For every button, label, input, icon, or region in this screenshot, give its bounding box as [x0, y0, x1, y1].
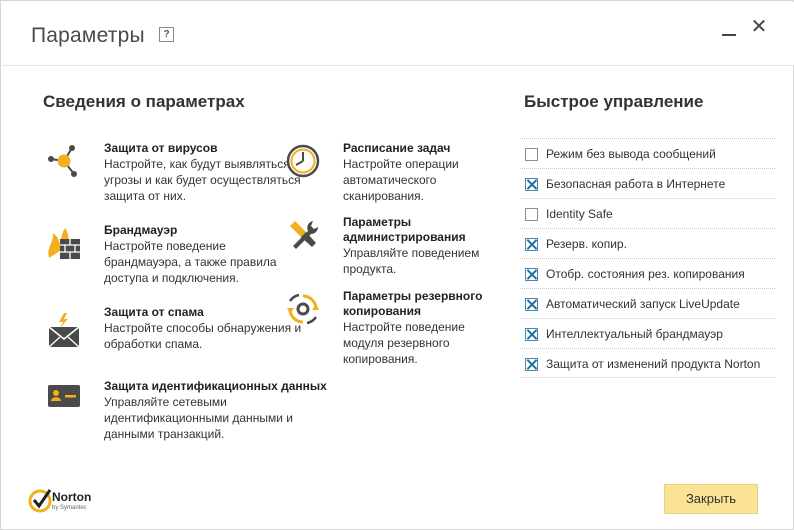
- setting-description: Настройте операции автоматического скани…: [343, 157, 459, 203]
- quick-control-label: Безопасная работа в Интернете: [546, 177, 726, 191]
- settings-window: Параметры ? ✕ Сведения о параметрах Защи…: [0, 0, 794, 530]
- header-divider: [2, 65, 794, 66]
- setting-name[interactable]: Брандмауэр: [104, 223, 304, 238]
- quick-control-item[interactable]: Автоматический запуск LiveUpdate: [520, 288, 775, 318]
- checkbox[interactable]: [525, 358, 538, 371]
- close-icon[interactable]: ✕: [750, 17, 768, 37]
- quick-control-item[interactable]: Безопасная работа в Интернете: [520, 168, 775, 198]
- minimize-icon[interactable]: [722, 23, 738, 39]
- norton-subtext: by Symantec: [52, 505, 87, 511]
- clock-icon: [286, 144, 320, 178]
- quick-control-label: Автоматический запуск LiveUpdate: [546, 297, 740, 311]
- settings-section-title: Сведения о параметрах: [43, 92, 245, 111]
- quick-control-item[interactable]: Режим без вывода сообщений: [520, 138, 775, 168]
- checkbox[interactable]: [525, 298, 538, 311]
- checkbox[interactable]: [525, 268, 538, 281]
- norton-logo: Norton by Symantec: [28, 487, 98, 517]
- virus-icon: [48, 145, 77, 177]
- setting-name[interactable]: Параметры резервного копирования: [343, 289, 503, 319]
- backup-sync-icon: [287, 293, 319, 325]
- setting-description: Управляйте поведением продукта.: [343, 246, 480, 276]
- checkbox[interactable]: [525, 148, 538, 161]
- quick-control-title: Быстрое управление: [524, 92, 704, 111]
- setting-antispam[interactable]: Защита от спама Настройте способы обнару…: [48, 305, 304, 352]
- quick-control-label: Защита от изменений продукта Norton: [546, 357, 761, 371]
- setting-name[interactable]: Параметры администрирования: [343, 215, 503, 245]
- quick-control-label: Резерв. копир.: [546, 237, 627, 251]
- setting-task-schedule[interactable]: Расписание задач Настройте операции авто…: [286, 141, 503, 204]
- setting-administration[interactable]: Параметры администрирования Управляйте п…: [290, 215, 503, 277]
- checkbox[interactable]: [525, 208, 538, 221]
- quick-control-label: Интеллектуальный брандмауэр: [546, 327, 723, 341]
- help-button[interactable]: ?: [159, 27, 174, 42]
- checkbox[interactable]: [525, 328, 538, 341]
- setting-firewall[interactable]: Брандмауэр Настройте поведение брандмауэ…: [48, 223, 304, 286]
- quick-control-item[interactable]: Отобр. состояния рез. копирования: [520, 258, 775, 288]
- setting-description: Настройте, как будут выявляться угрозы и…: [104, 157, 301, 203]
- quick-control-item[interactable]: Интеллектуальный брандмауэр: [520, 318, 775, 348]
- window-header: Параметры ? ✕: [2, 2, 794, 66]
- setting-name[interactable]: Защита от вирусов: [104, 141, 304, 156]
- checkbox[interactable]: [525, 178, 538, 191]
- checkbox[interactable]: [525, 238, 538, 251]
- setting-identity[interactable]: Защита идентификационных данных Управляй…: [48, 379, 334, 442]
- quick-control-item[interactable]: Защита от изменений продукта Norton: [520, 348, 775, 378]
- setting-description: Управляйте сетевыми идентификационными д…: [104, 395, 293, 441]
- identity-card-icon: [48, 385, 80, 407]
- setting-name[interactable]: Защита от спама: [104, 305, 304, 320]
- setting-description: Настройте поведение модуля резервного ко…: [343, 320, 465, 366]
- quick-control-label: Identity Safe: [546, 207, 613, 221]
- firewall-icon: [48, 228, 80, 259]
- setting-name[interactable]: Защита идентификационных данных: [104, 379, 334, 394]
- setting-backup[interactable]: Параметры резервного копирования Настрой…: [287, 289, 503, 367]
- setting-antivirus[interactable]: Защита от вирусов Настройте, как будут в…: [48, 141, 304, 204]
- window-title: Параметры: [31, 24, 145, 47]
- tools-icon: [290, 221, 318, 249]
- setting-description: Настройте поведение брандмауэра, а также…: [104, 239, 277, 285]
- norton-wordmark: Norton: [52, 490, 92, 504]
- close-button[interactable]: Закрыть: [664, 484, 758, 514]
- quick-control-item[interactable]: Identity Safe: [520, 198, 775, 228]
- quick-control-item[interactable]: Резерв. копир.: [520, 228, 775, 258]
- quick-control-list: Режим без вывода сообщений Безопасная ра…: [520, 138, 775, 378]
- setting-description: Настройте способы обнаружения и обработк…: [104, 321, 302, 351]
- setting-name[interactable]: Расписание задач: [343, 141, 503, 156]
- quick-control-label: Режим без вывода сообщений: [546, 147, 716, 161]
- quick-control-label: Отобр. состояния рез. копирования: [546, 267, 745, 281]
- spam-mail-icon: [48, 313, 80, 348]
- norton-check-icon: [28, 489, 52, 513]
